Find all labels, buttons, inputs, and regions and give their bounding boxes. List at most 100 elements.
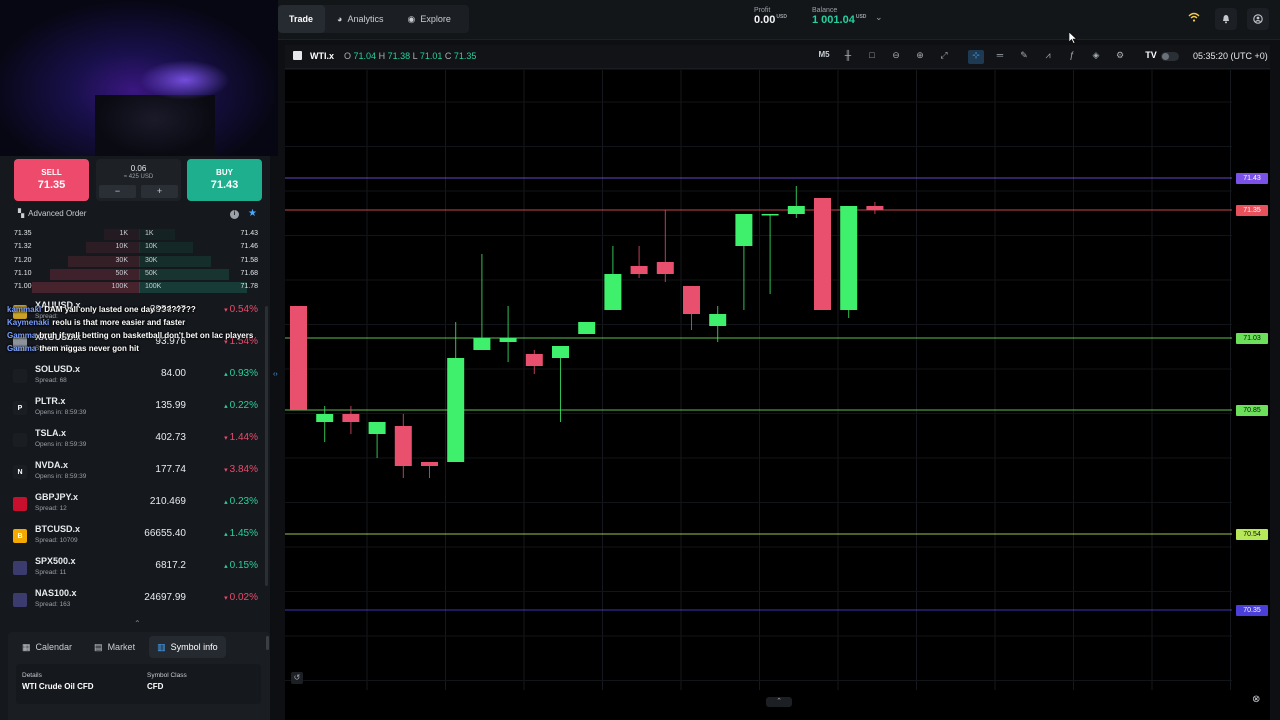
sell-button[interactable]: SELL 71.35 [14,159,89,201]
explore-icon: ◉ [407,13,416,24]
balance-stat[interactable]: Balance 1 001.04USD [812,7,866,26]
symbol-subtext: Opens in: 8:59:39 [35,473,87,480]
zoom-out-icon[interactable]: ⊖ [888,50,904,64]
candle-bearish [866,206,884,210]
chat-text: DAM yall only lasted one day ???????? [44,305,196,314]
icon-letter: B [17,532,23,540]
volume-plus-button[interactable]: + [141,185,178,198]
fit-screen-icon[interactable]: ⤢ [936,50,952,64]
price-level-tag[interactable]: 71.03 [1236,332,1268,344]
symbol-name: PLTR.x [35,396,66,406]
toggle-switch[interactable] [1161,52,1179,61]
price-level-tag[interactable]: 71.35 [1236,204,1268,216]
bottom-tabs: ▦ Calendar ▤ Market ▥ Symbol info [8,632,270,662]
symbol-change: 0.22% [229,400,258,411]
symbol-logo-icon [293,51,302,60]
open-label: O [344,51,352,61]
chevron-down-icon[interactable]: ⌄ [875,12,883,23]
tab-analytics[interactable]: ◕ Analytics [325,5,395,33]
collapse-handle-icon[interactable]: ⌃ [134,619,141,628]
buy-button[interactable]: BUY 71.43 [187,159,262,201]
tab-market[interactable]: ▤ Market [86,636,143,658]
depth-row[interactable]: 71.00 100K 100K 71.78 [8,281,264,294]
volume-minus-button[interactable]: − [99,185,136,198]
watchlist-scrollbar[interactable] [265,306,268,586]
square-icon[interactable]: □ [864,50,880,64]
panel-resize-handle-icon[interactable]: ‹› [273,371,278,378]
chat-text: bruh if yall betting on basketball don't… [39,331,254,340]
sell-price: 71.35 [37,179,66,191]
watchlist-row[interactable]: P PLTR.x Opens in: 8:59:39 135.99 ▴ 0.22% [8,392,264,424]
crosshair-icon[interactable]: ⊹ [968,50,984,64]
indicators-icon[interactable]: ƒ [1064,50,1080,64]
watchlist-row[interactable]: GBPJPY.x Spread: 12 210.469 ▴ 0.23% [8,488,264,520]
symbol-info-card: Details WTI Crude Oil CFD Symbol Class C… [16,664,261,704]
candle-bullish [316,414,334,422]
watchlist-row[interactable]: SPX500.x Spread: 11 6817.2 ▴ 0.15% [8,552,264,584]
low-label: L [412,51,418,61]
tab-explore[interactable]: ◉ Explore [395,5,462,33]
symbol-name: SPX500.x [35,556,76,566]
tab-calendar[interactable]: ▦ Calendar [14,636,80,658]
ask-volume: 1K [145,230,154,237]
bid-volume: 10K [115,243,128,251]
chart-clock: 05:35:20 (UTC +0) [1193,51,1268,61]
price-chart[interactable] [285,70,1270,690]
price-level-tag[interactable]: 70.85 [1236,404,1268,416]
star-icon[interactable]: ★ [248,208,257,219]
bottom-panel: ▦ Calendar ▤ Market ▥ Symbol info Detail… [8,632,270,720]
timeframe-selector[interactable]: M5 [815,50,833,64]
advanced-order-toggle[interactable]: ▚ Advanced Order [18,209,86,218]
account-icon[interactable] [1247,8,1269,30]
symbol-name: GBPJPY.x [35,492,79,502]
expand-panel-icon[interactable]: ⌃ [766,697,792,707]
candle-bullish [578,322,596,334]
zoom-in-icon[interactable]: ⊕ [912,50,928,64]
candlestick-chart-svg[interactable] [285,70,1270,690]
watchlist-row[interactable]: B BTCUSD.x Spread: 10709 66655.40 ▴ 1.45% [8,520,264,552]
info-icon[interactable]: i [230,210,239,219]
price-level-tag[interactable]: 71.43 [1236,172,1268,184]
us-flag-icon [13,593,27,607]
depth-row[interactable]: 71.32 10K 10K 71.46 [8,241,264,254]
price-level-tag[interactable]: 70.54 [1236,528,1268,540]
candle-bullish [499,338,517,342]
volume-value[interactable]: 0.06 [96,164,181,173]
bell-icon[interactable] [1215,8,1237,30]
watchlist-row[interactable]: TSLA.x Opens in: 8:59:39 402.73 ▾ 1.44% [8,424,264,456]
grid-icon: ▚ [18,209,25,218]
top-bar: Trade ◕ Analytics ◉ Explore Profit 0.00U… [278,0,1280,44]
buy-label: BUY [216,168,233,177]
settings-icon[interactable]: ⚙ [1112,50,1128,64]
watchlist-row[interactable]: SOLUSD.x Spread: 68 84.00 ▴ 0.93% [8,360,264,392]
candle-type-icon[interactable]: ╫ [840,50,856,64]
tab-trade[interactable]: Trade [278,5,326,33]
tab-symbol-info[interactable]: ▥ Symbol info [149,636,226,658]
layers-icon[interactable]: ◈ [1088,50,1104,64]
symbol-change: 0.02% [229,592,258,603]
chart-symbol[interactable]: WTI.x [310,51,334,61]
horizontal-line-icon[interactable]: ═ [992,50,1008,64]
watchlist-row[interactable]: NAS100.x Spread: 163 24697.99 ▾ 0.02% [8,584,264,616]
watchlist-row[interactable]: N NVDA.x Opens in: 8:59:39 177.74 ▾ 3.84% [8,456,264,488]
bid-price: 71.35 [14,230,32,237]
streamer-silhouette [95,95,215,156]
symbol-change: 1.45% [229,528,258,539]
price-level-tag[interactable]: 70.35 [1236,604,1268,616]
depth-row[interactable]: 71.20 30K 30K 71.58 [8,255,264,268]
candle-bullish [473,338,491,350]
symbol-subtext: Spread: 12 [35,505,67,512]
ask-price: 71.78 [240,283,258,291]
pencil-icon[interactable]: ✎ [1016,50,1032,64]
bottom-panel-scrollbar[interactable] [266,636,269,650]
tab-analytics-label: Analytics [347,14,384,24]
pattern-icon[interactable]: ⩘ [1040,50,1056,64]
depth-row[interactable]: 71.10 50K 50K 71.68 [8,268,264,281]
chat-username: Gamma [7,331,37,340]
reset-chart-icon[interactable]: ↺ [291,672,303,684]
advanced-order-label: Advanced Order [28,209,87,218]
chart-settings-icon[interactable]: ⊗ [1252,694,1262,705]
chat-text: reolu is that more easier and faster [52,318,186,327]
close-value: 71.35 [453,51,477,61]
depth-row[interactable]: 71.35 1K 1K 71.43 [8,228,264,241]
